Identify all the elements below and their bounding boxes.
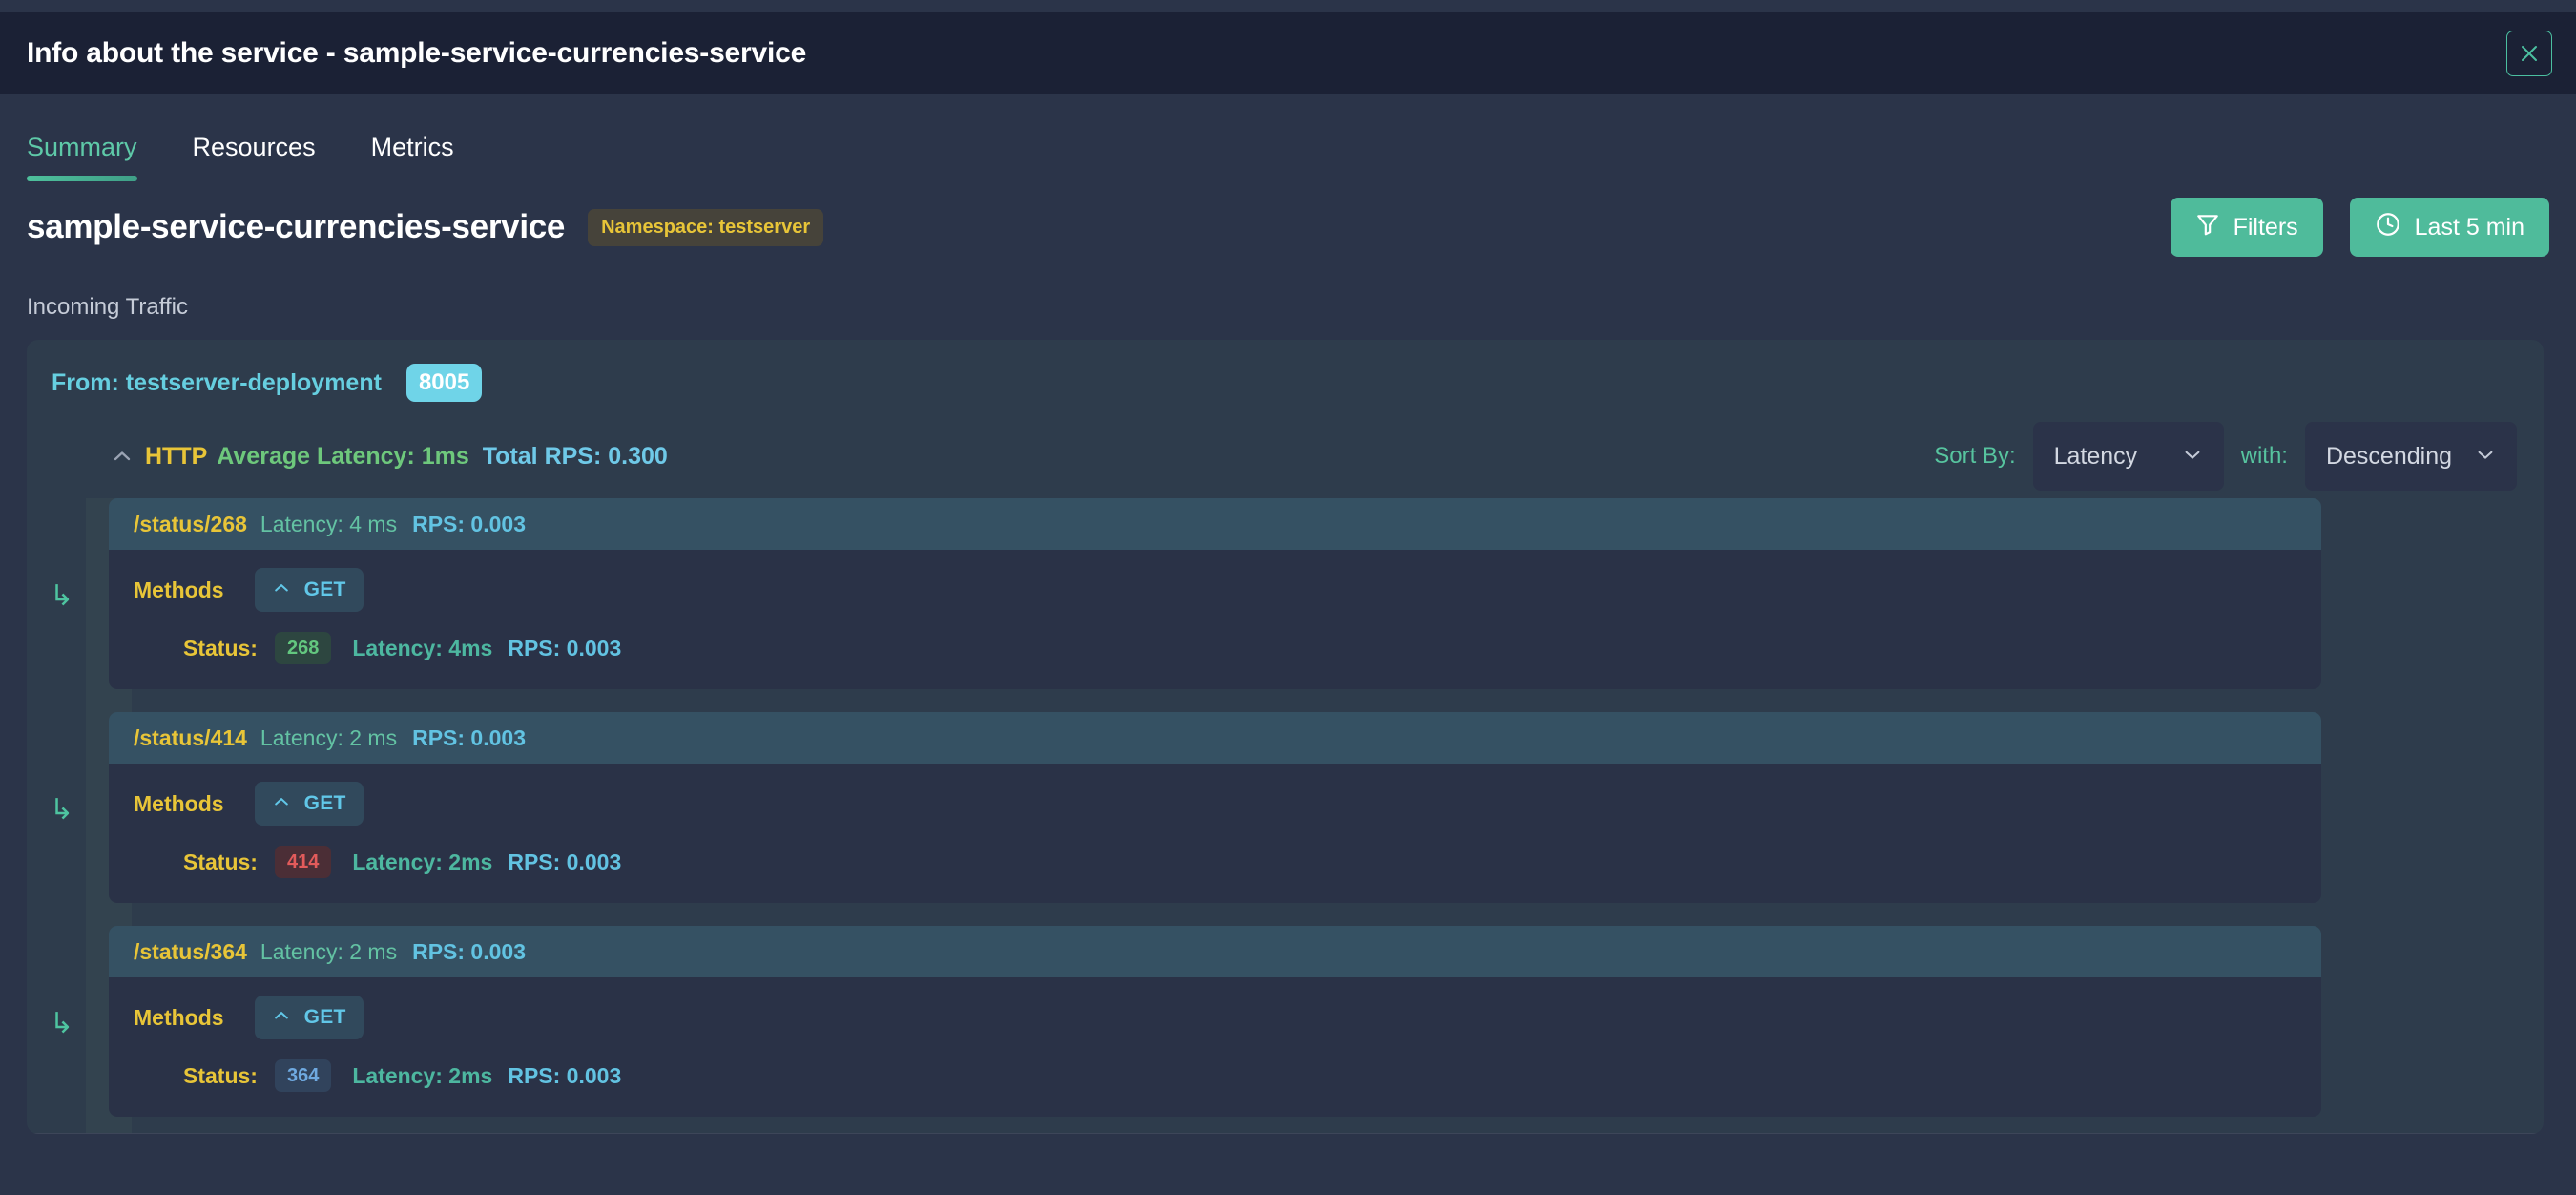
method-name: GET bbox=[304, 792, 346, 815]
modal-body: sample-service-currencies-service Namesp… bbox=[0, 181, 2576, 1195]
branch-arrow-icon: ↳ bbox=[50, 582, 73, 611]
endpoint-rps: RPS: 0.003 bbox=[412, 939, 526, 965]
port-badge: 8005 bbox=[406, 364, 482, 402]
spacer bbox=[27, 1117, 2544, 1134]
time-range-button[interactable]: Last 5 min bbox=[2350, 198, 2549, 257]
protocol-name: HTTP bbox=[145, 443, 207, 470]
methods-label: Methods bbox=[134, 791, 224, 817]
status-badge: 268 bbox=[275, 632, 331, 664]
card-bottom-divider bbox=[27, 1133, 2544, 1134]
traffic-source-label: From: testserver-deployment bbox=[52, 369, 382, 397]
namespace-badge: Namespace: testserver bbox=[588, 209, 823, 246]
method-name: GET bbox=[304, 1006, 346, 1029]
endpoint-item: ↳ /status/268 Latency: 4 ms RPS: 0.003 M… bbox=[109, 498, 2321, 689]
status-label: Status: bbox=[183, 849, 258, 875]
endpoint-latency: Latency: 2 ms bbox=[260, 939, 397, 965]
status-label: Status: bbox=[183, 1063, 258, 1089]
tab-metrics[interactable]: Metrics bbox=[354, 133, 471, 181]
chevron-down-icon bbox=[2475, 444, 2496, 470]
status-rps: RPS: 0.003 bbox=[508, 849, 621, 875]
status-latency: Latency: 2ms bbox=[352, 1063, 492, 1089]
protocol-average-latency: Average Latency: 1ms bbox=[217, 443, 468, 470]
status-row: Status: 268 Latency: 4ms RPS: 0.003 bbox=[109, 628, 2321, 668]
branch-arrow-icon: ↳ bbox=[50, 1010, 73, 1038]
sort-direction-value: Descending bbox=[2326, 443, 2452, 471]
tab-bar: Summary Resources Metrics bbox=[0, 94, 2576, 181]
status-badge: 364 bbox=[275, 1059, 331, 1092]
chevron-down-icon bbox=[2182, 444, 2203, 470]
filters-button[interactable]: Filters bbox=[2171, 198, 2323, 257]
endpoint-latency: Latency: 4 ms bbox=[260, 512, 397, 537]
clock-icon bbox=[2375, 211, 2401, 244]
status-badge: 414 bbox=[275, 846, 331, 878]
status-rps: RPS: 0.003 bbox=[508, 1063, 621, 1089]
method-chip-get[interactable]: GET bbox=[255, 996, 364, 1039]
time-range-label: Last 5 min bbox=[2415, 214, 2524, 241]
endpoint-path: /status/414 bbox=[134, 725, 247, 751]
method-chip-get[interactable]: GET bbox=[255, 782, 364, 826]
sort-direction-label: with: bbox=[2241, 443, 2288, 470]
tab-summary[interactable]: Summary bbox=[27, 133, 155, 181]
modal-header: Info about the service - sample-service-… bbox=[0, 12, 2576, 94]
methods-label: Methods bbox=[134, 1005, 224, 1031]
incoming-traffic-label: Incoming Traffic bbox=[27, 294, 2549, 321]
tab-resources[interactable]: Resources bbox=[176, 133, 333, 181]
service-info-modal: Info about the service - sample-service-… bbox=[0, 12, 2576, 1195]
close-button[interactable] bbox=[2506, 31, 2552, 76]
title-actions: Filters Last 5 min bbox=[2171, 198, 2549, 257]
endpoint-path: /status/364 bbox=[134, 939, 247, 965]
protocol-summary: HTTP Average Latency: 1ms Total RPS: 0.300 bbox=[145, 443, 668, 471]
close-icon bbox=[2518, 42, 2541, 65]
endpoint-header[interactable]: /status/414 Latency: 2 ms RPS: 0.003 bbox=[109, 712, 2321, 764]
method-name: GET bbox=[304, 578, 346, 601]
spacer bbox=[27, 903, 2544, 926]
modal-title: Info about the service - sample-service-… bbox=[27, 37, 806, 70]
protocol-row: HTTP Average Latency: 1ms Total RPS: 0.300… bbox=[27, 430, 2544, 483]
status-latency: Latency: 2ms bbox=[352, 849, 492, 875]
protocol-total-rps: Total RPS: 0.300 bbox=[483, 443, 668, 470]
sort-by-value: Latency bbox=[2054, 443, 2138, 471]
service-title-row: sample-service-currencies-service Namesp… bbox=[27, 181, 2549, 273]
endpoint-body: Methods GET Status: bbox=[109, 550, 2321, 689]
endpoint-header[interactable]: /status/268 Latency: 4 ms RPS: 0.003 bbox=[109, 498, 2321, 550]
sort-controls: Sort By: Latency with: Descending bbox=[1934, 422, 2517, 491]
endpoint-item: ↳ /status/364 Latency: 2 ms RPS: 0.003 M… bbox=[109, 926, 2321, 1117]
endpoint-rps: RPS: 0.003 bbox=[412, 725, 526, 751]
chevron-up-icon[interactable] bbox=[111, 445, 134, 468]
endpoint-list: ↳ /status/268 Latency: 4 ms RPS: 0.003 M… bbox=[27, 498, 2544, 1134]
methods-row: Methods GET bbox=[109, 977, 2321, 1038]
chevron-up-icon bbox=[272, 578, 291, 602]
status-row: Status: 414 Latency: 2ms RPS: 0.003 bbox=[109, 842, 2321, 882]
methods-row: Methods GET bbox=[109, 550, 2321, 611]
sort-by-label: Sort By: bbox=[1934, 443, 2015, 470]
branch-arrow-icon: ↳ bbox=[50, 796, 73, 825]
endpoint-header[interactable]: /status/364 Latency: 2 ms RPS: 0.003 bbox=[109, 926, 2321, 977]
status-label: Status: bbox=[183, 636, 258, 661]
methods-label: Methods bbox=[134, 577, 224, 603]
chevron-up-icon bbox=[272, 1006, 291, 1030]
status-latency: Latency: 4ms bbox=[352, 636, 492, 661]
endpoint-body: Methods GET Status: bbox=[109, 977, 2321, 1117]
sort-direction-select[interactable]: Descending bbox=[2305, 422, 2517, 491]
endpoint-item: ↳ /status/414 Latency: 2 ms RPS: 0.003 M… bbox=[109, 712, 2321, 903]
chevron-up-icon bbox=[272, 792, 291, 816]
status-rps: RPS: 0.003 bbox=[508, 636, 621, 661]
filters-button-label: Filters bbox=[2233, 214, 2298, 241]
page-background-sliver bbox=[0, 0, 2576, 12]
endpoint-latency: Latency: 2 ms bbox=[260, 725, 397, 751]
sort-by-select[interactable]: Latency bbox=[2033, 422, 2224, 491]
methods-row: Methods GET bbox=[109, 764, 2321, 825]
method-chip-get[interactable]: GET bbox=[255, 568, 364, 612]
page-title: sample-service-currencies-service bbox=[27, 208, 565, 246]
endpoint-body: Methods GET Status: bbox=[109, 764, 2321, 903]
traffic-source-row: From: testserver-deployment 8005 bbox=[27, 361, 2544, 405]
incoming-traffic-card: From: testserver-deployment 8005 HTTP Ave… bbox=[27, 340, 2544, 1134]
endpoint-path: /status/268 bbox=[134, 512, 247, 537]
spacer bbox=[27, 689, 2544, 712]
status-row: Status: 364 Latency: 2ms RPS: 0.003 bbox=[109, 1056, 2321, 1096]
funnel-icon bbox=[2195, 212, 2220, 243]
endpoint-rps: RPS: 0.003 bbox=[412, 512, 526, 537]
